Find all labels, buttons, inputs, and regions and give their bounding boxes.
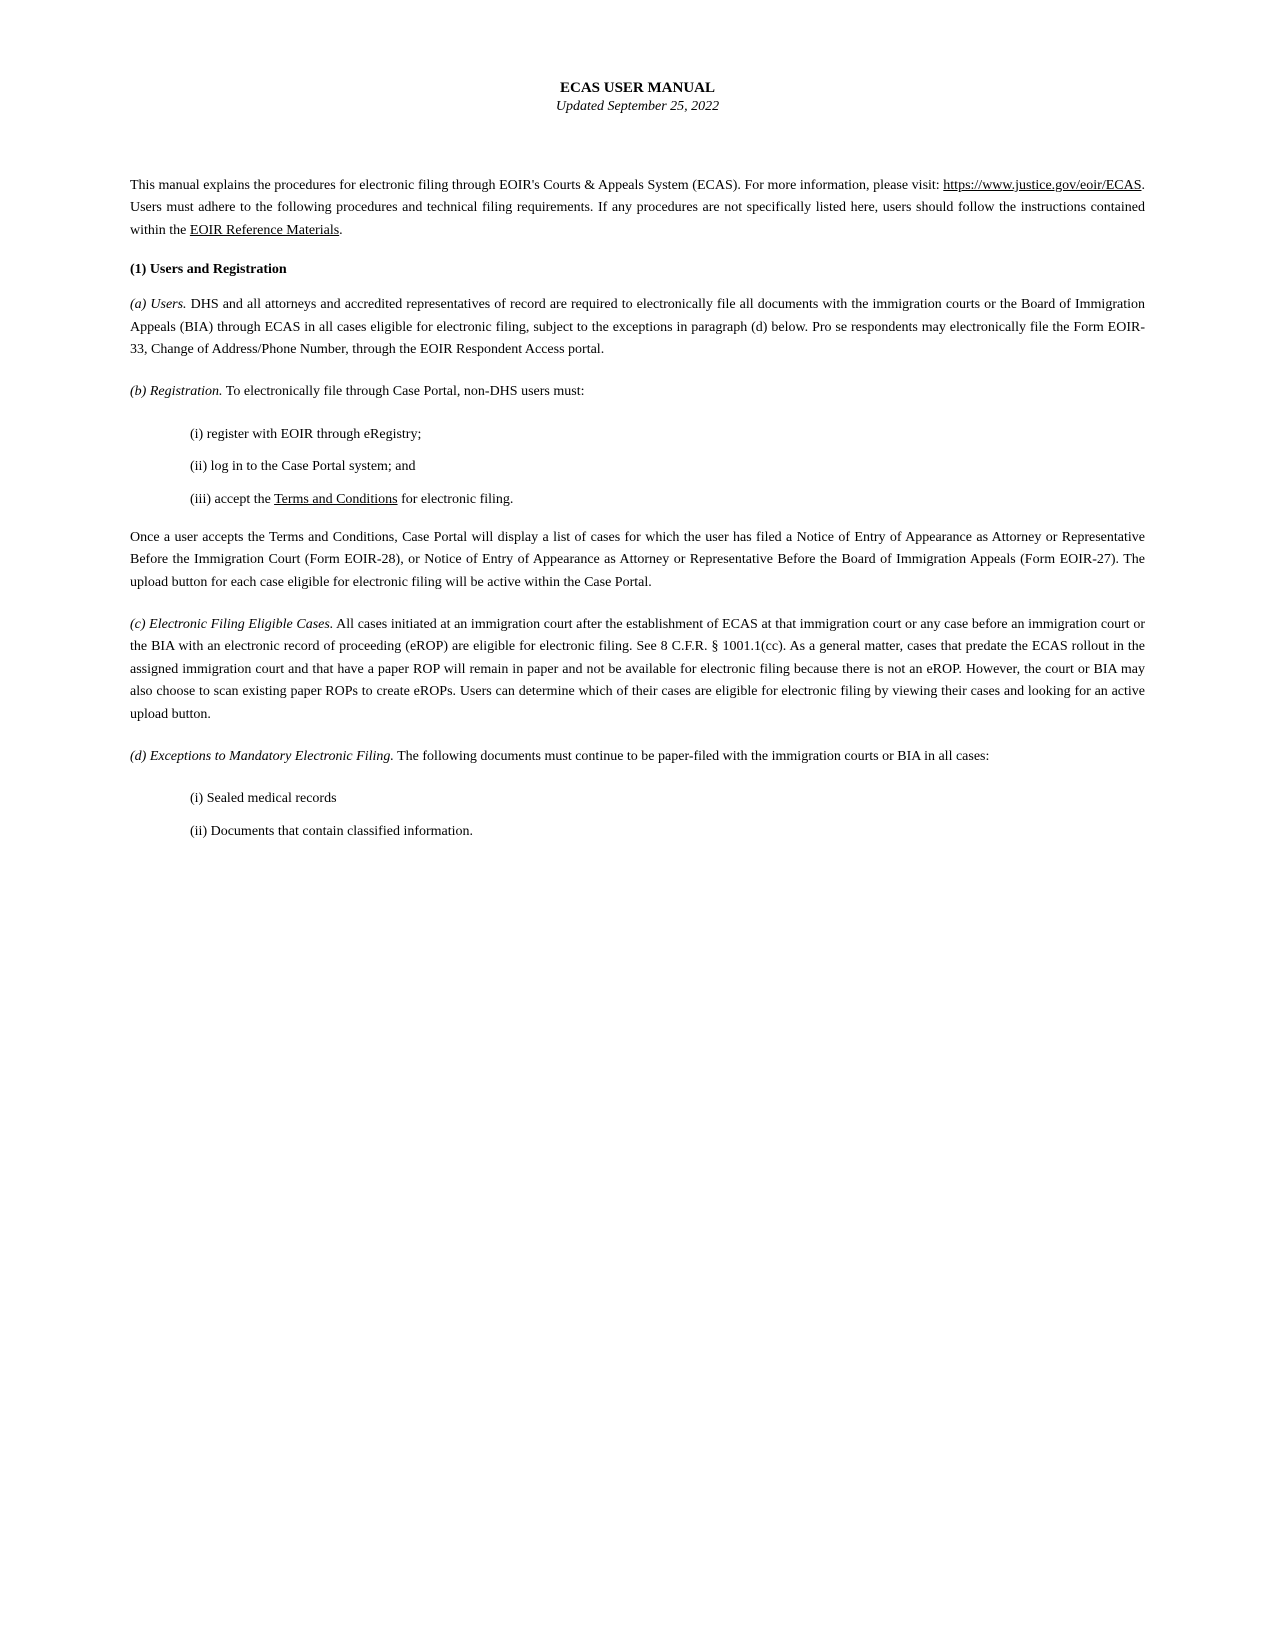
- list-item-b-iii: (iii) accept the Terms and Conditions fo…: [190, 489, 1145, 511]
- list-item-d-i: (i) Sealed medical records: [190, 788, 1145, 810]
- subsection-b-label: (b) Registration.: [130, 384, 223, 399]
- subsection-b-text: To electronically file through Case Port…: [223, 384, 585, 399]
- intro-text-before-link1: This manual explains the procedures for …: [130, 178, 943, 193]
- subsection-b-list: (i) register with EOIR through eRegistry…: [190, 424, 1145, 511]
- subsection-c-text: All cases initiated at an immigration co…: [130, 617, 1145, 722]
- list-item-b-i: (i) register with EOIR through eRegistry…: [190, 424, 1145, 446]
- subsection-d-paragraph: (d) Exceptions to Mandatory Electronic F…: [130, 746, 1145, 768]
- subsection-a-label: (a) Users.: [130, 297, 187, 312]
- list-item-d-ii: (ii) Documents that contain classified i…: [190, 821, 1145, 843]
- subsection-a-paragraph: (a) Users. DHS and all attorneys and acc…: [130, 294, 1145, 361]
- eoir-reference-link[interactable]: EOIR Reference Materials: [190, 223, 339, 238]
- intro-text-end: .: [339, 223, 343, 238]
- subsection-b-paragraph: (b) Registration. To electronically file…: [130, 381, 1145, 403]
- subsection-a-text: DHS and all attorneys and accredited rep…: [130, 297, 1145, 357]
- subsection-c-paragraph: (c) Electronic Filing Eligible Cases. Al…: [130, 614, 1145, 726]
- subsection-d-label: (d) Exceptions to Mandatory Electronic F…: [130, 749, 394, 764]
- subsection-d-text: The following documents must continue to…: [394, 749, 990, 764]
- list-item-b-ii: (ii) log in to the Case Portal system; a…: [190, 456, 1145, 478]
- subsection-c-label: (c) Electronic Filing Eligible Cases.: [130, 617, 333, 632]
- document-subtitle: Updated September 25, 2022: [130, 99, 1145, 115]
- document-title: ECAS USER MANUAL: [130, 80, 1145, 97]
- subsection-d-list: (i) Sealed medical records (ii) Document…: [190, 788, 1145, 843]
- section1-heading: (1) Users and Registration: [130, 262, 1145, 278]
- document-header: ECAS USER MANUAL Updated September 25, 2…: [130, 80, 1145, 115]
- terms-conditions-link[interactable]: Terms and Conditions: [274, 492, 397, 507]
- document-page: ECAS USER MANUAL Updated September 25, 2…: [0, 0, 1275, 1650]
- intro-paragraph: This manual explains the procedures for …: [130, 175, 1145, 242]
- ecas-link[interactable]: https://www.justice.gov/eoir/ECAS: [943, 178, 1141, 193]
- after-list-b-paragraph: Once a user accepts the Terms and Condit…: [130, 527, 1145, 594]
